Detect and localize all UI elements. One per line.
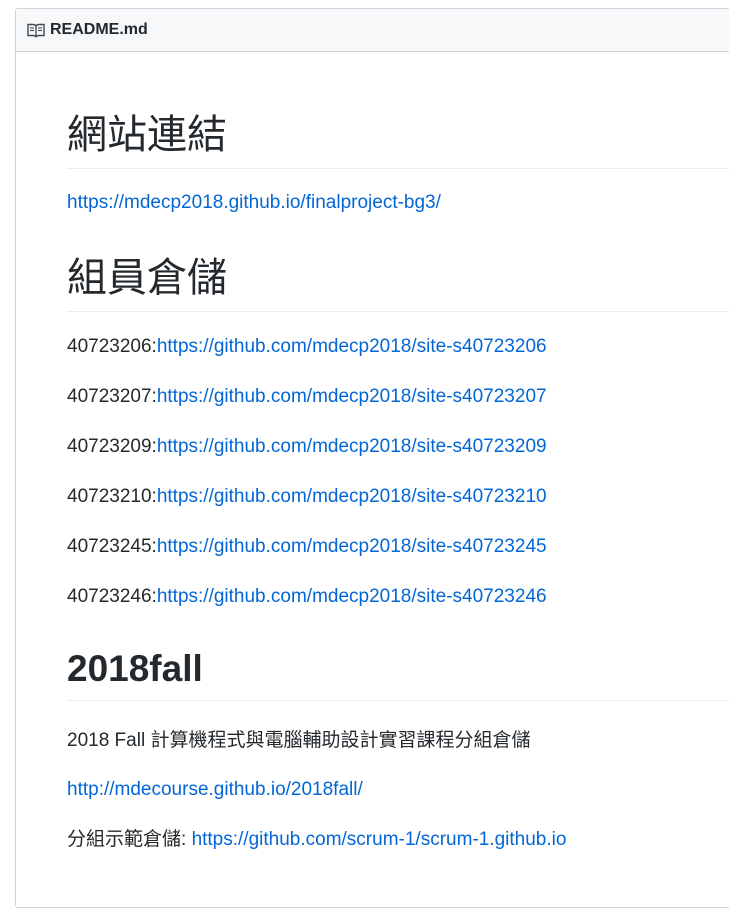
member-repo-link[interactable]: https://github.com/mdecp2018/site-s40723… [157,336,547,357]
website-heading: 網站連結 [67,110,729,169]
member-repo-link[interactable]: https://github.com/mdecp2018/site-s40723… [157,386,547,407]
website-link[interactable]: https://mdecp2018.github.io/finalproject… [67,192,441,213]
book-icon [27,22,45,38]
member-id: 40723245: [67,536,157,557]
example-repo-link[interactable]: https://github.com/scrum-1/scrum-1.githu… [192,829,567,850]
member-id: 40723206: [67,336,157,357]
course-link[interactable]: http://mdecourse.github.io/2018fall/ [67,779,363,800]
member-item: 40723210:https://github.com/mdecp2018/si… [67,485,729,510]
website-paragraph: https://mdecp2018.github.io/finalproject… [67,191,729,216]
member-repo-link[interactable]: https://github.com/mdecp2018/site-s40723… [157,536,547,557]
member-item: 40723245:https://github.com/mdecp2018/si… [67,535,729,560]
member-repo-link[interactable]: https://github.com/mdecp2018/site-s40723… [157,436,547,457]
member-id: 40723207: [67,386,157,407]
member-repo-link[interactable]: https://github.com/mdecp2018/site-s40723… [157,586,547,607]
member-repo-link[interactable]: https://github.com/mdecp2018/site-s40723… [157,486,547,507]
member-id: 40723246: [67,586,157,607]
member-id: 40723209: [67,436,157,457]
example-label: 分組示範倉儲: [67,829,192,850]
member-item: 40723246:https://github.com/mdecp2018/si… [67,585,729,610]
readme-filename: README.md [50,21,148,38]
members-heading: 組員倉儲 [67,253,729,312]
fall-description: 2018 Fall 計算機程式與電腦輔助設計實習課程分組倉儲 [67,730,531,751]
member-item: 40723206:https://github.com/mdecp2018/si… [67,335,729,360]
readme-container: README.md 網站連結 https://mdecp2018.github.… [15,8,729,908]
member-item: 40723209:https://github.com/mdecp2018/si… [67,435,729,460]
member-id: 40723210: [67,486,157,507]
example-paragraph: 分組示範倉儲: https://github.com/scrum-1/scrum… [67,828,729,853]
course-paragraph: http://mdecourse.github.io/2018fall/ [67,778,729,803]
readme-header: README.md [16,9,729,52]
member-item: 40723207:https://github.com/mdecp2018/si… [67,385,729,410]
fall-heading: 2018fall [67,646,729,702]
